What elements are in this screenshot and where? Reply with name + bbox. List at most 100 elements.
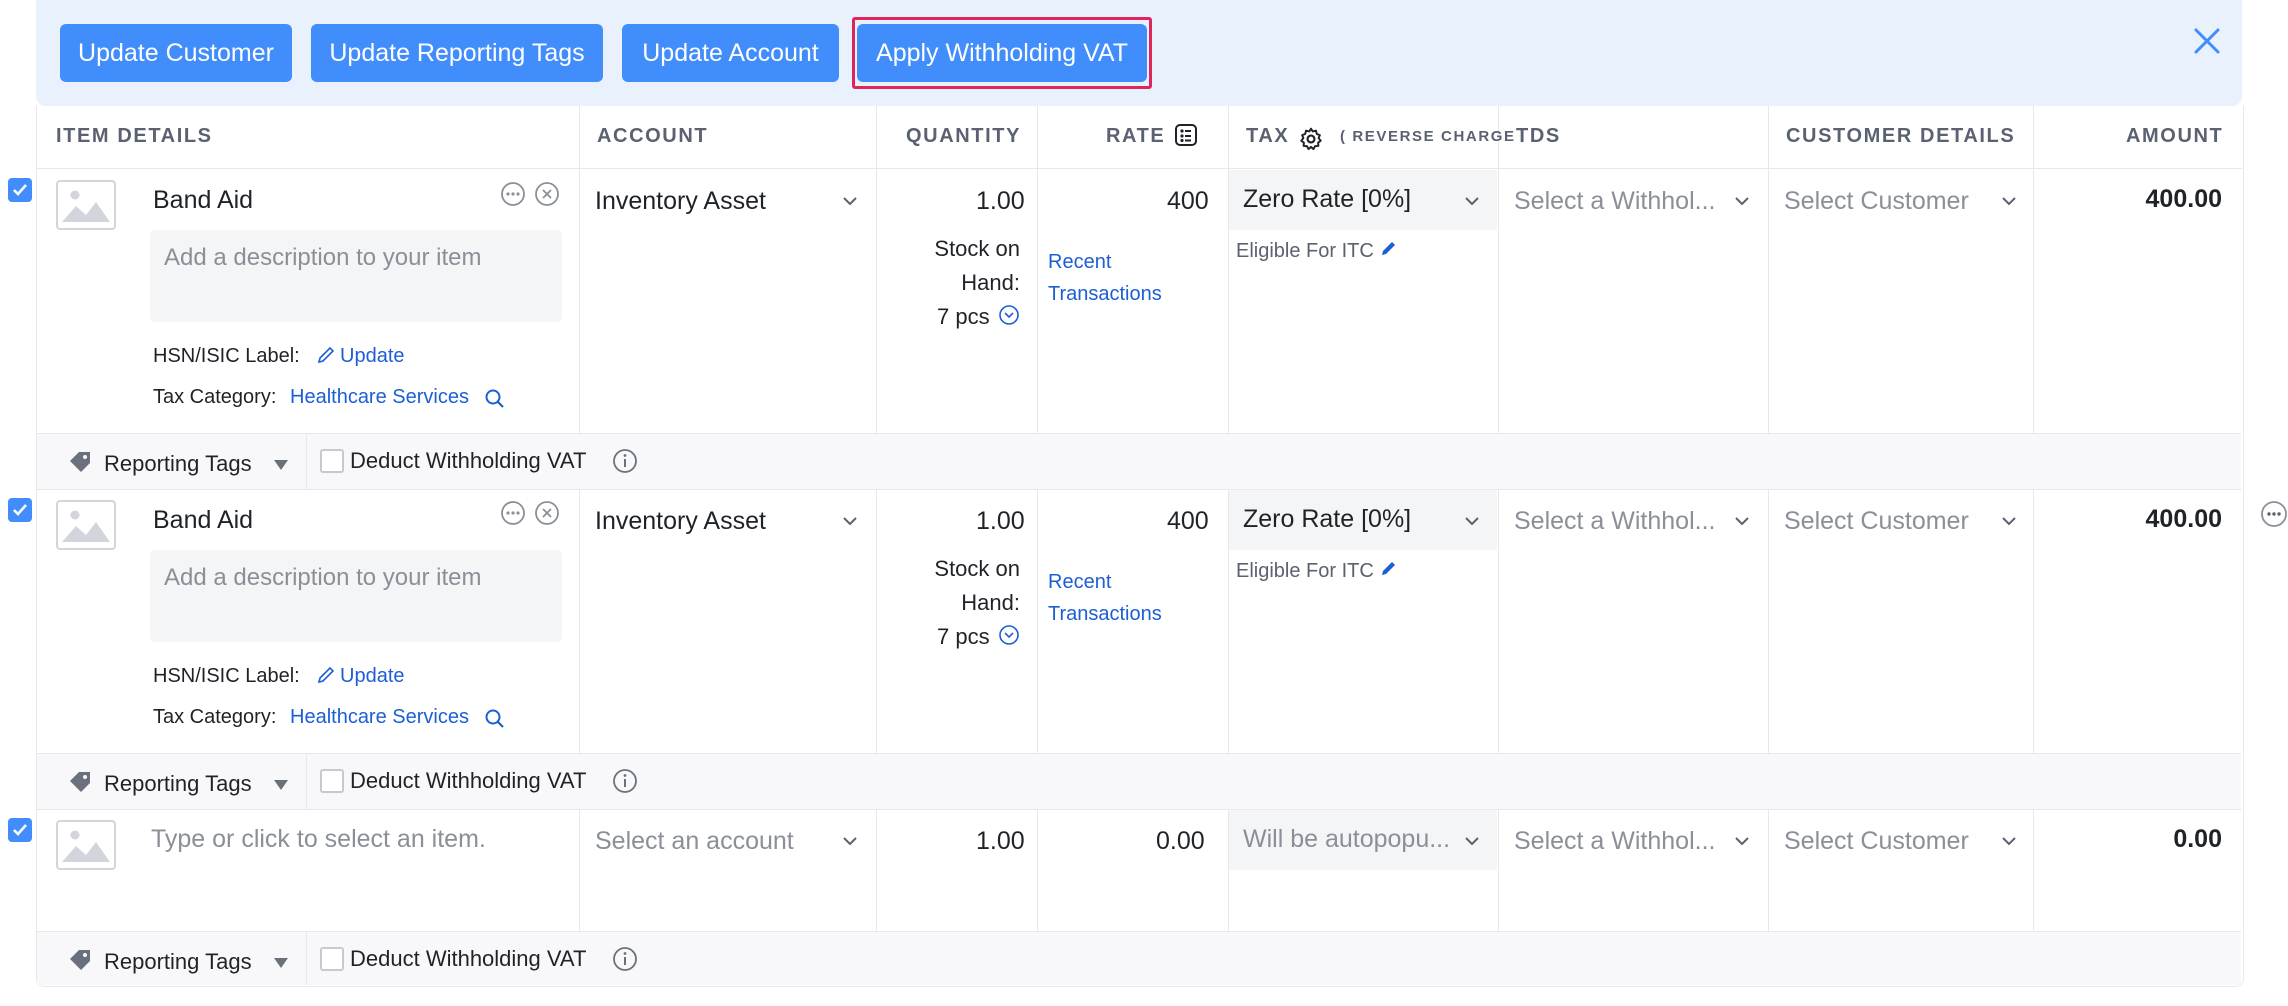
description-field[interactable]: Add a description to your item bbox=[150, 550, 562, 642]
item-search-input[interactable]: Type or click to select an item. bbox=[151, 825, 486, 854]
circle-chevron-down-icon[interactable] bbox=[998, 624, 1020, 646]
account-select[interactable]: Inventory Asset bbox=[595, 507, 766, 536]
chevron-down-icon[interactable] bbox=[1734, 516, 1750, 526]
col-account: ACCOUNT bbox=[597, 125, 709, 147]
tax-category-label: Tax Category: bbox=[153, 706, 277, 728]
itc-eligibility: Eligible For ITC bbox=[1236, 560, 1374, 582]
chevron-down-icon[interactable] bbox=[842, 516, 858, 526]
deduct-withholding-checkbox[interactable] bbox=[320, 769, 344, 793]
reporting-tags-toggle[interactable]: Reporting Tags bbox=[104, 451, 252, 477]
checkbox-checked-icon bbox=[13, 824, 27, 836]
calculator-icon[interactable] bbox=[1174, 123, 1198, 147]
itc-eligibility: Eligible For ITC bbox=[1236, 240, 1374, 262]
info-icon[interactable] bbox=[612, 448, 638, 474]
search-icon[interactable] bbox=[484, 388, 506, 410]
chevron-down-icon[interactable] bbox=[1464, 836, 1480, 846]
tax-select[interactable]: Will be autopopu... bbox=[1229, 810, 1497, 870]
recent-transactions-link-2[interactable]: Transactions bbox=[1048, 283, 1162, 306]
pencil-icon[interactable] bbox=[1380, 559, 1398, 577]
chevron-down-icon[interactable] bbox=[1734, 196, 1750, 206]
description-field[interactable]: Add a description to your item bbox=[150, 230, 562, 322]
tax-select[interactable]: Zero Rate [0%] bbox=[1229, 490, 1497, 550]
quantity-input[interactable]: 1.00 bbox=[976, 507, 1025, 536]
hsn-label: HSN/ISIC Label: bbox=[153, 345, 300, 367]
checkbox-checked-icon bbox=[13, 184, 27, 196]
tax-select[interactable]: Zero Rate [0%] bbox=[1229, 170, 1497, 230]
deduct-withholding-label: Deduct Withholding VAT bbox=[350, 946, 587, 971]
stock-on-hand-2: Hand: bbox=[961, 270, 1020, 295]
chevron-down-icon[interactable] bbox=[1464, 196, 1480, 206]
line-amount: 0.00 bbox=[2173, 825, 2222, 853]
deduct-withholding-label: Deduct Withholding VAT bbox=[350, 768, 587, 793]
tds-select[interactable]: Select a Withhol... bbox=[1514, 187, 1715, 216]
tds-select[interactable]: Select a Withhol... bbox=[1514, 507, 1715, 536]
deduct-withholding-checkbox[interactable] bbox=[320, 449, 344, 473]
item-image-placeholder[interactable] bbox=[56, 820, 116, 870]
customer-select[interactable]: Select Customer bbox=[1784, 827, 1969, 856]
more-icon[interactable] bbox=[500, 181, 526, 207]
chevron-down-icon[interactable] bbox=[842, 836, 858, 846]
update-reporting-tags-button[interactable]: Update Reporting Tags bbox=[311, 24, 603, 82]
chevron-down-icon[interactable] bbox=[1464, 516, 1480, 526]
circle-chevron-down-icon[interactable] bbox=[998, 304, 1020, 326]
account-select[interactable]: Select an account bbox=[595, 827, 794, 856]
pencil-icon[interactable] bbox=[1380, 239, 1398, 257]
tag-icon bbox=[70, 950, 90, 970]
stock-qty: 7 pcs bbox=[937, 304, 990, 329]
deduct-withholding-checkbox[interactable] bbox=[320, 947, 344, 971]
recent-transactions-link[interactable]: Recent bbox=[1048, 251, 1111, 274]
gear-icon[interactable] bbox=[1298, 126, 1324, 152]
item-image-placeholder[interactable] bbox=[56, 180, 116, 230]
chevron-down-icon[interactable] bbox=[2001, 196, 2017, 206]
info-icon[interactable] bbox=[612, 946, 638, 972]
pencil-icon[interactable] bbox=[316, 665, 336, 685]
image-placeholder-icon bbox=[62, 190, 110, 222]
caret-down-icon[interactable] bbox=[273, 779, 289, 791]
hsn-update-link[interactable]: Update bbox=[340, 665, 405, 688]
remove-icon[interactable] bbox=[534, 500, 560, 526]
item-name[interactable]: Band Aid bbox=[153, 186, 253, 215]
tds-select[interactable]: Select a Withhol... bbox=[1514, 827, 1715, 856]
tax-category-link[interactable]: Healthcare Services bbox=[290, 706, 469, 729]
hsn-label: HSN/ISIC Label: bbox=[153, 665, 300, 687]
update-customer-button[interactable]: Update Customer bbox=[60, 24, 292, 82]
caret-down-icon[interactable] bbox=[273, 459, 289, 471]
reporting-tags-toggle[interactable]: Reporting Tags bbox=[104, 949, 252, 975]
quantity-input[interactable]: 1.00 bbox=[976, 187, 1025, 216]
info-icon[interactable] bbox=[612, 768, 638, 794]
customer-select[interactable]: Select Customer bbox=[1784, 187, 1969, 216]
item-image-placeholder[interactable] bbox=[56, 500, 116, 550]
pencil-icon[interactable] bbox=[316, 345, 336, 365]
chevron-down-icon[interactable] bbox=[2001, 836, 2017, 846]
row-select-checkbox[interactable] bbox=[8, 498, 32, 522]
checkbox-checked-icon bbox=[13, 504, 27, 516]
tag-icon bbox=[70, 452, 90, 472]
item-name[interactable]: Band Aid bbox=[153, 506, 253, 535]
chevron-down-icon[interactable] bbox=[842, 196, 858, 206]
rate-input[interactable]: 400 bbox=[1167, 187, 1209, 216]
more-icon[interactable] bbox=[500, 500, 526, 526]
quantity-input[interactable]: 1.00 bbox=[976, 827, 1025, 856]
recent-transactions-link-2[interactable]: Transactions bbox=[1048, 603, 1162, 626]
rate-input[interactable]: 400 bbox=[1167, 507, 1209, 536]
remove-icon[interactable] bbox=[534, 181, 560, 207]
recent-transactions-link[interactable]: Recent bbox=[1048, 571, 1111, 594]
customer-select[interactable]: Select Customer bbox=[1784, 507, 1969, 536]
more-icon[interactable] bbox=[2260, 500, 2288, 528]
reporting-tags-toggle[interactable]: Reporting Tags bbox=[104, 771, 252, 797]
row-select-checkbox[interactable] bbox=[8, 818, 32, 842]
search-icon[interactable] bbox=[484, 708, 506, 730]
close-icon[interactable] bbox=[2190, 24, 2224, 58]
image-placeholder-icon bbox=[62, 510, 110, 542]
update-account-button[interactable]: Update Account bbox=[622, 24, 839, 82]
caret-down-icon[interactable] bbox=[273, 957, 289, 969]
tax-category-link[interactable]: Healthcare Services bbox=[290, 386, 469, 409]
chevron-down-icon[interactable] bbox=[1734, 836, 1750, 846]
col-customer-details: CUSTOMER DETAILS bbox=[1786, 125, 2016, 147]
hsn-update-link[interactable]: Update bbox=[340, 345, 405, 368]
rate-input[interactable]: 0.00 bbox=[1156, 827, 1205, 856]
row-select-checkbox[interactable] bbox=[8, 178, 32, 202]
col-tds: TDS bbox=[1516, 125, 1561, 147]
account-select[interactable]: Inventory Asset bbox=[595, 187, 766, 216]
chevron-down-icon[interactable] bbox=[2001, 516, 2017, 526]
